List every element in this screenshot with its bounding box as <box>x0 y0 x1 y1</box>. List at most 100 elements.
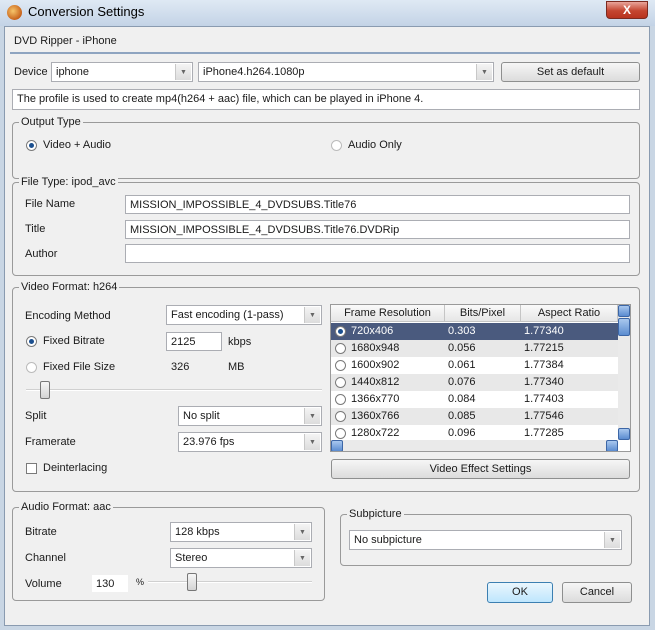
profile-value: iPhone4.h264.1080p <box>203 66 305 78</box>
row-radio[interactable] <box>335 360 346 371</box>
volume-input[interactable]: 130 <box>91 574 129 593</box>
quality-slider-thumb[interactable] <box>40 381 51 399</box>
chevron-down-icon: ▼ <box>304 307 320 323</box>
subpicture-select[interactable]: No subpicture ▼ <box>349 530 622 550</box>
column-header-resolution[interactable]: Frame Resolution <box>331 305 445 322</box>
fixed-bitrate-radio[interactable] <box>26 336 37 347</box>
device-label: Device <box>14 66 48 78</box>
video-format-legend: Video Format: h264 <box>19 281 120 293</box>
deinterlacing-checkbox[interactable] <box>26 463 37 474</box>
table-row[interactable]: 1600x902 0.061 1.77384 <box>331 357 618 374</box>
channel-label: Channel <box>25 552 66 564</box>
bits-pixel-cell: 0.061 <box>448 359 476 371</box>
column-header-aspect-ratio[interactable]: Aspect Ratio <box>521 305 618 322</box>
bits-pixel-cell: 0.084 <box>448 393 476 405</box>
chevron-down-icon: ▼ <box>304 434 320 450</box>
resolution-cell: 1440x812 <box>351 376 400 388</box>
bits-pixel-cell: 0.085 <box>448 410 476 422</box>
scroll-up-icon[interactable] <box>618 305 630 317</box>
quality-slider-track[interactable] <box>26 389 322 391</box>
volume-slider-track[interactable] <box>148 581 312 583</box>
audio-only-label: Audio Only <box>348 139 402 151</box>
framerate-select[interactable]: 23.976 fps ▼ <box>178 432 322 452</box>
profile-description: The profile is used to create mp4(h264 +… <box>12 89 640 110</box>
row-radio[interactable] <box>335 326 346 337</box>
chevron-down-icon: ▼ <box>294 524 310 540</box>
set-default-button[interactable]: Set as default <box>501 62 640 82</box>
resolution-cell: 1680x948 <box>351 342 400 354</box>
channel-select[interactable]: Stereo ▼ <box>170 548 312 568</box>
file-name-input[interactable]: MISSION_IMPOSSIBLE_4_DVDSUBS.Title76 <box>125 195 630 214</box>
volume-slider-thumb[interactable] <box>187 573 197 591</box>
table-row[interactable]: 1366x770 0.084 1.77403 <box>331 391 618 408</box>
bitrate-input[interactable]: 2125 <box>166 332 222 351</box>
split-value: No split <box>183 410 220 422</box>
table-row[interactable]: 1440x812 0.076 1.77340 <box>331 374 618 391</box>
row-radio[interactable] <box>335 343 346 354</box>
title-input[interactable]: MISSION_IMPOSSIBLE_4_DVDSUBS.Title76.DVD… <box>125 220 630 239</box>
file-type-legend: File Type: ipod_avc <box>19 176 118 188</box>
profile-select[interactable]: iPhone4.h264.1080p ▼ <box>198 62 494 82</box>
cancel-button[interactable]: Cancel <box>562 582 632 603</box>
app-icon <box>7 5 22 20</box>
horizontal-scrollbar[interactable] <box>331 440 618 451</box>
encoding-method-value: Fast encoding (1-pass) <box>171 309 284 321</box>
title-label: Title <box>25 223 46 235</box>
chevron-down-icon: ▼ <box>294 550 310 566</box>
resolution-cell: 1366x770 <box>351 393 400 405</box>
aspect-ratio-cell: 1.77215 <box>524 342 564 354</box>
video-effect-settings-button[interactable]: Video Effect Settings <box>331 459 630 479</box>
audio-bitrate-select[interactable]: 128 kbps ▼ <box>170 522 312 542</box>
table-row[interactable]: 1360x766 0.085 1.77546 <box>331 408 618 425</box>
author-label: Author <box>25 248 58 260</box>
encoding-method-select[interactable]: Fast encoding (1-pass) ▼ <box>166 305 322 325</box>
video-audio-radio[interactable] <box>26 140 37 151</box>
resolution-cell: 1600x902 <box>351 359 400 371</box>
split-label: Split <box>25 410 47 422</box>
window-title: Conversion Settings <box>28 4 145 19</box>
audio-only-radio[interactable] <box>331 140 342 151</box>
scroll-right-icon[interactable] <box>606 440 618 451</box>
aspect-ratio-cell: 1.77546 <box>524 410 564 422</box>
divider <box>10 52 640 54</box>
resolution-cell: 1360x766 <box>351 410 400 422</box>
resolution-cell: 720x406 <box>351 325 394 337</box>
resolution-table: Frame Resolution Bits/Pixel Aspect Ratio… <box>330 304 631 452</box>
aspect-ratio-cell: 1.77340 <box>524 325 564 337</box>
scroll-left-icon[interactable] <box>331 440 343 451</box>
fixed-size-radio[interactable] <box>26 362 37 373</box>
author-input[interactable] <box>125 244 630 263</box>
page-heading: DVD Ripper - iPhone <box>14 35 117 47</box>
framerate-value: 23.976 fps <box>183 436 235 448</box>
device-value: iphone <box>56 66 90 78</box>
vertical-scrollbar[interactable] <box>618 305 630 440</box>
deinterlacing-label: Deinterlacing <box>43 462 108 474</box>
split-select[interactable]: No split ▼ <box>178 406 322 426</box>
row-radio[interactable] <box>335 411 346 422</box>
file-name-label: File Name <box>25 198 76 210</box>
row-radio[interactable] <box>335 428 346 439</box>
subpicture-value: No subpicture <box>354 534 422 546</box>
size-input[interactable]: 326 <box>166 357 222 376</box>
aspect-ratio-cell: 1.77403 <box>524 393 564 405</box>
video-audio-label: Video + Audio <box>43 139 111 151</box>
output-type-legend: Output Type <box>19 116 83 128</box>
fixed-bitrate-label: Fixed Bitrate <box>43 335 105 347</box>
chevron-down-icon: ▼ <box>476 64 492 80</box>
bits-pixel-cell: 0.056 <box>448 342 476 354</box>
subpicture-legend: Subpicture <box>347 508 404 520</box>
scroll-thumb[interactable] <box>618 318 630 336</box>
device-select[interactable]: iphone ▼ <box>51 62 193 82</box>
fixed-size-label: Fixed File Size <box>43 361 116 373</box>
table-row[interactable]: 720x406 0.303 1.77340 <box>331 323 618 340</box>
table-row[interactable]: 1680x948 0.056 1.77215 <box>331 340 618 357</box>
row-radio[interactable] <box>335 377 346 388</box>
scroll-down-icon[interactable] <box>618 428 630 440</box>
size-unit: MB <box>228 361 245 373</box>
row-radio[interactable] <box>335 394 346 405</box>
column-header-bits-pixel[interactable]: Bits/Pixel <box>445 305 521 322</box>
ok-button[interactable]: OK <box>487 582 553 603</box>
audio-format-legend: Audio Format: aac <box>19 501 113 513</box>
chevron-down-icon: ▼ <box>304 408 320 424</box>
close-button[interactable]: X <box>606 1 648 19</box>
